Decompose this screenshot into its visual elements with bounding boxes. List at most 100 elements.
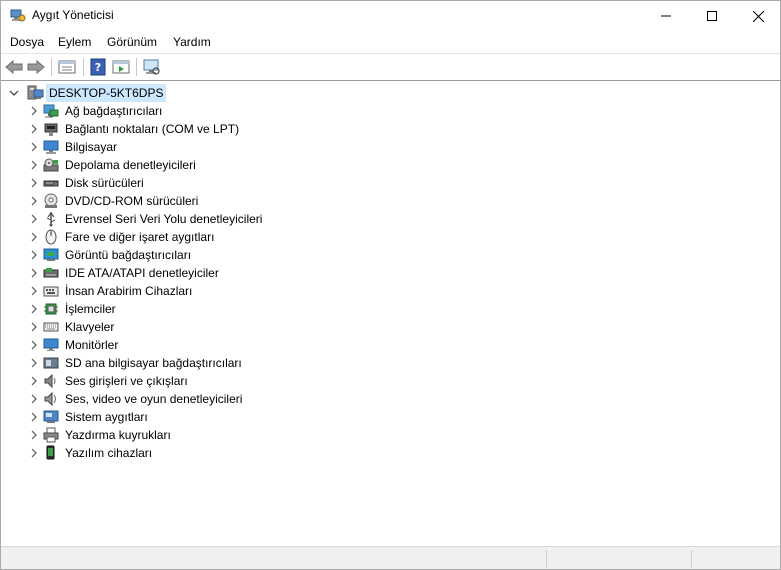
tree-root-label[interactable]: DESKTOP-5KT6DPS [46, 84, 167, 102]
chevron-right-icon[interactable] [29, 160, 39, 170]
dvd-drive-icon [43, 193, 59, 209]
close-button[interactable] [735, 1, 781, 31]
tree-item-label: Fare ve diğer işaret aygıtları [65, 230, 215, 244]
update-driver-icon [112, 60, 130, 74]
toolbar-border [1, 80, 780, 81]
tree-item-label: Ses, video ve oyun denetleyicileri [65, 392, 243, 406]
processor-icon [43, 301, 59, 317]
chevron-right-icon[interactable] [29, 142, 39, 152]
tree-item-computer[interactable]: Bilgisayar [25, 138, 325, 156]
chevron-right-icon[interactable] [29, 412, 39, 422]
svg-text:?: ? [95, 61, 101, 74]
toolbar: ? [1, 54, 780, 80]
tree-item-label: İnsan Arabirim Cihazları [65, 284, 193, 298]
chevron-right-icon[interactable] [29, 106, 39, 116]
computer-icon [26, 85, 44, 101]
help-icon: ? [90, 58, 106, 76]
toolbar-separator [83, 58, 84, 76]
device-tree[interactable]: DESKTOP-5KT6DPS Ağ bağdaştırıcıları Bağla… [3, 82, 778, 544]
chevron-right-icon[interactable] [29, 340, 39, 350]
sd-host-icon [43, 355, 59, 371]
help-button[interactable]: ? [88, 57, 108, 77]
tree-item-label: Evrensel Seri Veri Yolu denetleyicileri [65, 212, 263, 226]
device-manager-window: Aygıt Yöneticisi Dosya Eylem Görünüm Yar… [0, 0, 781, 570]
chevron-right-icon[interactable] [29, 376, 39, 386]
tree-item-label: IDE ATA/ATAPI denetleyiciler [65, 266, 219, 280]
tree-item-storage-controller[interactable]: Depolama denetleyicileri [25, 156, 325, 174]
chevron-right-icon[interactable] [29, 322, 39, 332]
printer-icon [43, 427, 59, 443]
tree-item-label: Monitörler [65, 338, 119, 352]
tree-item-label: Sistem aygıtları [65, 410, 148, 424]
device-manager-app-icon [10, 9, 26, 23]
tree-item-software-device[interactable]: Yazılım cihazları [25, 444, 325, 462]
chevron-right-icon[interactable] [29, 268, 39, 278]
tree-item-processor[interactable]: İşlemciler [25, 300, 325, 318]
tree-item-label: SD ana bilgisayar bağdaştırıcıları [65, 356, 242, 370]
display-adapter-icon [43, 247, 59, 263]
back-button[interactable] [4, 57, 24, 77]
ide-controller-icon [43, 265, 59, 281]
forward-button[interactable] [26, 57, 46, 77]
tree-item-printer[interactable]: Yazdırma kuyrukları [25, 426, 325, 444]
tree-item-port[interactable]: Bağlantı noktaları (COM ve LPT) [25, 120, 325, 138]
maximize-button[interactable] [689, 1, 735, 31]
speaker-icon [43, 373, 59, 389]
disk-drive-icon [43, 175, 59, 191]
chevron-right-icon[interactable] [29, 304, 39, 314]
update-driver-button[interactable] [111, 57, 131, 77]
tree-item-network-adapter[interactable]: Ağ bağdaştırıcıları [25, 102, 325, 120]
tree-item-label: Yazılım cihazları [65, 446, 153, 460]
system-device-icon [43, 409, 59, 425]
port-icon [43, 121, 59, 137]
chevron-right-icon[interactable] [29, 394, 39, 404]
tree-item-system-device[interactable]: Sistem aygıtları [25, 408, 325, 426]
computer-icon [43, 139, 59, 155]
tree-item-dvd-drive[interactable]: DVD/CD-ROM sürücüleri [25, 192, 325, 210]
tree-item-ide-controller[interactable]: IDE ATA/ATAPI denetleyiciler [25, 264, 325, 282]
tree-item-sd-host[interactable]: SD ana bilgisayar bağdaştırıcıları [25, 354, 325, 372]
tree-item-label: Bağlantı noktaları (COM ve LPT) [65, 122, 240, 136]
chevron-right-icon[interactable] [29, 214, 39, 224]
tree-item-label: DVD/CD-ROM sürücüleri [65, 194, 199, 208]
tree-item-hid[interactable]: İnsan Arabirim Cihazları [25, 282, 325, 300]
tree-item-label: İşlemciler [65, 302, 116, 316]
forward-arrow-icon [27, 60, 45, 74]
chevron-right-icon[interactable] [29, 448, 39, 458]
toolbar-separator [51, 58, 52, 76]
chevron-right-icon[interactable] [29, 124, 39, 134]
minimize-button[interactable] [643, 1, 689, 31]
chevron-right-icon[interactable] [29, 178, 39, 188]
chevron-down-icon[interactable] [9, 88, 19, 98]
menu-bar: Dosya Eylem Görünüm Yardım [1, 31, 780, 53]
chevron-right-icon[interactable] [29, 358, 39, 368]
tree-item-label: Disk sürücüleri [65, 176, 144, 190]
tree-item-label: Görüntü bağdaştırıcıları [65, 248, 192, 262]
tree-root-node[interactable]: DESKTOP-5KT6DPS [7, 84, 307, 102]
tree-item-speaker[interactable]: Ses girişleri ve çıkışları [25, 372, 325, 390]
status-divider [691, 550, 692, 568]
chevron-right-icon[interactable] [29, 250, 39, 260]
mouse-icon [43, 229, 59, 245]
chevron-right-icon[interactable] [29, 232, 39, 242]
chevron-right-icon[interactable] [29, 430, 39, 440]
tree-item-keyboard[interactable]: Klavyeler [25, 318, 325, 336]
menu-eylem[interactable]: Eylem [58, 35, 91, 49]
scan-hardware-button[interactable] [142, 57, 162, 77]
tree-item-usb[interactable]: Evrensel Seri Veri Yolu denetleyicileri [25, 210, 325, 228]
tree-item-mouse[interactable]: Fare ve diğer işaret aygıtları [25, 228, 325, 246]
close-icon [752, 10, 764, 22]
menu-dosya[interactable]: Dosya [10, 35, 44, 49]
tree-item-display-adapter[interactable]: Görüntü bağdaştırıcıları [25, 246, 325, 264]
menu-gorunum[interactable]: Görünüm [107, 35, 157, 49]
properties-button[interactable] [57, 57, 77, 77]
chevron-right-icon[interactable] [29, 196, 39, 206]
tree-item-sound-controller[interactable]: Ses, video ve oyun denetleyicileri [25, 390, 325, 408]
chevron-right-icon[interactable] [29, 286, 39, 296]
tree-item-label: Yazdırma kuyrukları [65, 428, 171, 442]
menu-yardim[interactable]: Yardım [173, 35, 211, 49]
title-bar[interactable]: Aygıt Yöneticisi [1, 1, 780, 31]
tree-item-disk-drive[interactable]: Disk sürücüleri [25, 174, 325, 192]
tree-item-label: Klavyeler [65, 320, 115, 334]
tree-item-monitor[interactable]: Monitörler [25, 336, 325, 354]
